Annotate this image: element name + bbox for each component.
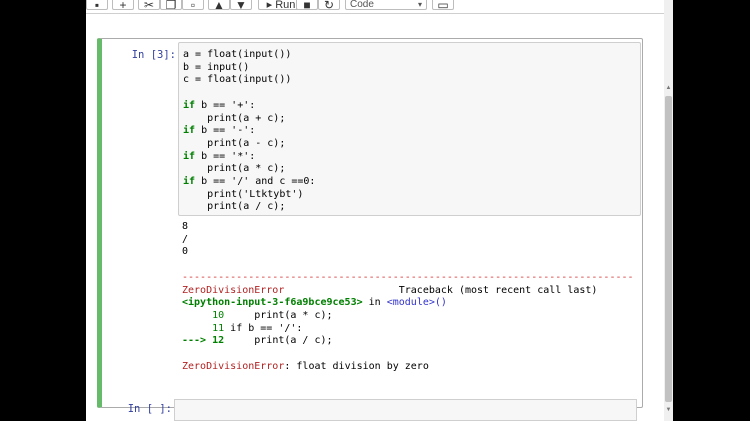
code-line: print(a + c); xyxy=(183,112,286,124)
command-palette-button[interactable]: ▭ xyxy=(432,0,454,12)
move-down-button[interactable]: ▼ xyxy=(230,0,252,12)
input-prompt: In [3]: xyxy=(131,49,176,61)
vertical-scrollbar[interactable]: ▲ ▼ xyxy=(664,0,673,421)
copy-icon: ❐ xyxy=(165,0,177,12)
scroll-down-icon[interactable]: ▼ xyxy=(664,406,673,415)
traceback-code: print(a / c); xyxy=(224,335,333,347)
run-label: Run xyxy=(275,0,296,11)
copy-button[interactable]: ❐ xyxy=(160,0,182,12)
restart-icon: ↻ xyxy=(323,0,335,12)
traceback-in: in xyxy=(362,297,387,309)
traceback-code: print(a * c); xyxy=(224,309,333,321)
traceback-header: Traceback (most recent call last) xyxy=(398,284,598,296)
code-line: print(a * c); xyxy=(183,163,286,175)
code-line: print(a - c); xyxy=(183,137,286,149)
code-line: print(a / c); xyxy=(183,201,286,213)
cell-type-select[interactable]: Code ▾ xyxy=(345,0,427,10)
play-icon: ▸ xyxy=(266,0,273,11)
arrow-up-icon: ▲ xyxy=(213,0,225,12)
traceback-final-message: : float division by zero xyxy=(284,360,429,372)
code-editor[interactable]: a = float(input()) b = input() c = float… xyxy=(178,42,641,216)
cell-type-value: Code xyxy=(350,0,374,10)
code-line: c = float(input()) xyxy=(183,74,292,86)
traceback-code: if b == '/': xyxy=(224,322,303,334)
notebook-container: In [3]: a = float(input()) b = input() c… xyxy=(86,14,664,421)
code-line: b = input() xyxy=(183,61,250,73)
save-icon: ▪ xyxy=(94,0,100,12)
cut-button[interactable]: ✂ xyxy=(138,0,160,12)
traceback-lineno: 11 xyxy=(182,322,225,334)
output-line: / xyxy=(182,233,189,245)
paste-button[interactable]: ▫ xyxy=(182,0,204,12)
traceback-file: <ipython-input-3-f6a9bce9ce53> xyxy=(182,297,363,309)
move-up-button[interactable]: ▲ xyxy=(208,0,230,12)
code-editor-empty[interactable] xyxy=(174,399,637,421)
output-line: 8 xyxy=(182,221,189,232)
save-button[interactable]: ▪ xyxy=(86,0,108,12)
cell-output: 8 / 0 ----------------------------------… xyxy=(182,221,634,373)
notebook-toolbar: ▪ + ✂ ❐ ▫ ▲ ▼ ▸ Run ■ ↻ Code ▾ ▭ xyxy=(86,0,664,14)
traceback-separator: ----------------------------------------… xyxy=(182,271,634,283)
restart-button[interactable]: ↻ xyxy=(318,0,340,12)
traceback-module-suffix: () xyxy=(434,297,447,309)
plus-icon: + xyxy=(119,0,127,12)
scissors-icon: ✂ xyxy=(143,0,155,12)
traceback-module: <module> xyxy=(386,297,435,309)
code-line: b == '-': xyxy=(195,125,256,137)
code-line: print('Ltktybt') xyxy=(183,188,304,200)
traceback-arrow: ---> 12 xyxy=(182,335,225,347)
code-line: a = float(input()) xyxy=(183,49,292,60)
traceback-error-name: ZeroDivisionError xyxy=(182,284,285,296)
paste-icon: ▫ xyxy=(190,0,196,12)
code-text[interactable]: a = float(input()) b = input() c = float… xyxy=(183,49,315,214)
code-line: b == '/' and c ==0: xyxy=(195,176,316,188)
interrupt-button[interactable]: ■ xyxy=(296,0,318,12)
code-line: b == '+': xyxy=(195,99,256,111)
stop-icon: ■ xyxy=(303,0,311,12)
notebook-page: ▪ + ✂ ❐ ▫ ▲ ▼ ▸ Run ■ ↻ Code ▾ ▭ In [3]:… xyxy=(86,0,664,421)
traceback-final-name: ZeroDivisionError xyxy=(182,360,285,372)
arrow-down-icon: ▼ xyxy=(235,0,247,12)
traceback-lineno: 10 xyxy=(182,309,225,321)
insert-cell-button[interactable]: + xyxy=(112,0,134,12)
input-prompt: In [ ]: xyxy=(127,403,172,415)
code-line: b == '*': xyxy=(195,150,256,162)
scroll-thumb[interactable] xyxy=(665,96,672,402)
output-line: 0 xyxy=(182,246,189,258)
code-cell-selected[interactable]: In [3]: a = float(input()) b = input() c… xyxy=(97,38,643,408)
scroll-up-icon[interactable]: ▲ xyxy=(664,84,673,93)
keyboard-icon: ▭ xyxy=(437,0,449,12)
code-cell-empty[interactable]: In [ ]: xyxy=(97,396,643,421)
